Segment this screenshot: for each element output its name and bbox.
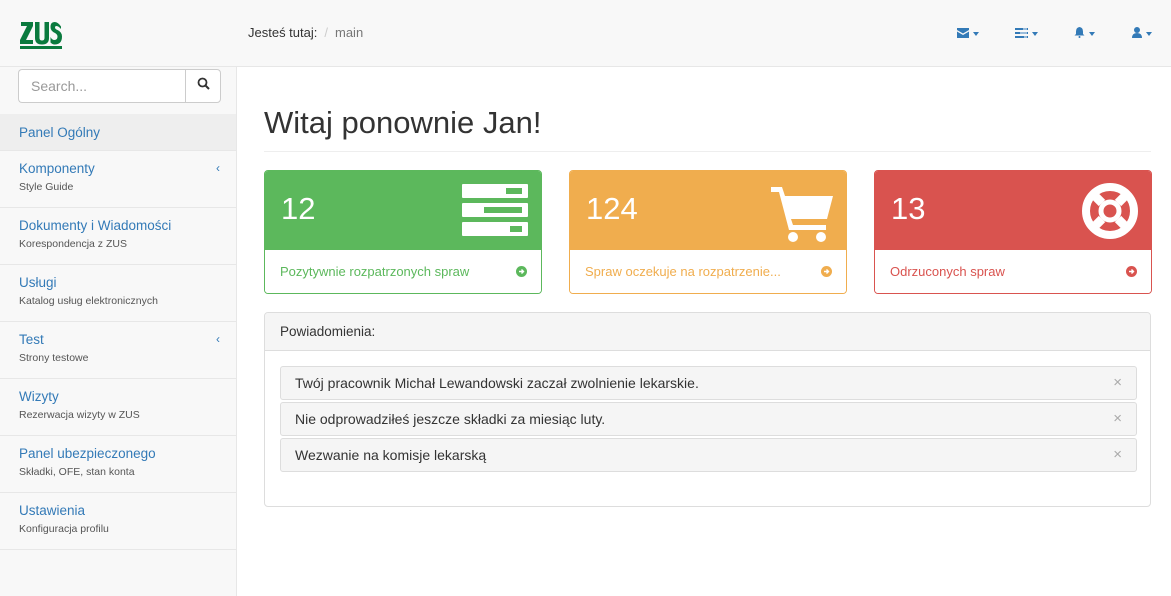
- sidebar-item-subtitle: Składki, OFE, stan konta: [19, 466, 135, 478]
- shopping-cart-icon: [771, 185, 833, 248]
- search-icon: [197, 77, 210, 95]
- chevron-left-icon: ‹: [216, 161, 220, 175]
- stat-card-pending: 124 Spraw oczekuje na rozpatrzenie...: [569, 170, 847, 294]
- sidebar-item-test[interactable]: Test Strony testowe ‹: [0, 322, 236, 379]
- close-icon[interactable]: ×: [1113, 367, 1122, 399]
- top-icons: [939, 0, 1171, 67]
- page-title: Witaj ponownie Jan!: [264, 105, 542, 140]
- stat-card-footer-link[interactable]: Odrzuconych spraw: [875, 250, 1151, 293]
- stat-card-header: 12: [265, 171, 541, 250]
- sidebar-item-subtitle: Katalog usług elektronicznych: [19, 295, 158, 307]
- close-icon[interactable]: ×: [1113, 403, 1122, 435]
- arrow-circle-right-icon: [821, 266, 832, 277]
- user-dropdown[interactable]: [1113, 0, 1171, 67]
- stat-value: 12: [281, 191, 316, 226]
- zus-logo[interactable]: [19, 18, 63, 50]
- chevron-down-icon: [1088, 31, 1095, 36]
- search-input[interactable]: [18, 69, 185, 103]
- arrow-circle-right-icon: [1126, 266, 1137, 277]
- chevron-down-icon: [1031, 31, 1038, 36]
- notification-text: Twój pracownik Michał Lewandowski zaczał…: [295, 375, 699, 391]
- breadcrumb-current[interactable]: main: [335, 25, 363, 40]
- stat-card-header: 124: [570, 171, 846, 250]
- stat-card-footer-link[interactable]: Pozytywnie rozpatrzonych spraw: [265, 250, 541, 293]
- arrow-circle-right-icon: [516, 266, 527, 277]
- sidebar-item-label: Panel ubezpieczonego: [19, 446, 156, 461]
- notifications-heading: Powiadomienia:: [265, 313, 1150, 351]
- sidebar-item-subtitle: Korespondencja z ZUS: [19, 238, 127, 250]
- stat-card-header: 13: [875, 171, 1151, 250]
- sidebar-item-label: Test: [19, 332, 44, 347]
- sidebar-item-subtitle: Rezerwacja wizyty w ZUS: [19, 409, 140, 421]
- sidebar-item-subtitle: Konfiguracja profilu: [19, 523, 109, 535]
- sidebar-item-label: Komponenty: [19, 161, 95, 176]
- sidebar-item-uslugi[interactable]: Usługi Katalog usług elektronicznych: [0, 265, 236, 322]
- notifications-list: Twój pracownik Michał Lewandowski zaczał…: [280, 366, 1137, 474]
- title-divider: [264, 151, 1151, 152]
- sidebar-item-subtitle: Strony testowe: [19, 352, 89, 364]
- chevron-down-icon: [1146, 31, 1152, 36]
- search-group: [18, 69, 221, 103]
- messages-dropdown[interactable]: [939, 0, 997, 67]
- sidebar-item-label: Usługi: [19, 275, 57, 290]
- sidebar-item-label: Ustawienia: [19, 503, 86, 518]
- notification-item: Wezwanie na komisje lekarską ×: [280, 438, 1137, 472]
- sidebar-nav: Panel Ogólny Komponenty Style Guide ‹ Do…: [0, 114, 236, 550]
- breadcrumb: Jesteś tutaj: / main: [248, 25, 363, 40]
- life-ring-icon: [1082, 183, 1138, 244]
- tasks-icon: [462, 183, 528, 242]
- stat-label: Spraw oczekuje na rozpatrzenie...: [585, 264, 781, 279]
- envelope-icon: [957, 27, 969, 41]
- sidebar-item-komponenty[interactable]: Komponenty Style Guide ‹: [0, 151, 236, 208]
- breadcrumb-separator: /: [324, 25, 328, 40]
- user-icon: [1132, 26, 1142, 41]
- sidebar-item-dokumenty[interactable]: Dokumenty i Wiadomości Korespondencja z …: [0, 208, 236, 265]
- notifications-panel: Powiadomienia: Twój pracownik Michał Lew…: [264, 312, 1151, 507]
- stat-value: 13: [891, 191, 926, 226]
- sidebar-item-panel-ogolny[interactable]: Panel Ogólny: [0, 114, 236, 151]
- sidebar-item-label: Wizyty: [19, 389, 59, 404]
- top-navbar: Jesteś tutaj: / main: [0, 0, 1171, 67]
- sidebar-item-panel-ubezpieczonego[interactable]: Panel ubezpieczonego Składki, OFE, stan …: [0, 436, 236, 493]
- notification-text: Wezwanie na komisje lekarską: [295, 447, 487, 463]
- tasks-dropdown[interactable]: [997, 0, 1055, 67]
- sidebar-item-wizyty[interactable]: Wizyty Rezerwacja wizyty w ZUS: [0, 379, 236, 436]
- tasks-icon: [1014, 27, 1028, 41]
- sidebar: Panel Ogólny Komponenty Style Guide ‹ Do…: [0, 67, 237, 596]
- sidebar-item-label: Panel Ogólny: [19, 125, 101, 140]
- main-content: Witaj ponownie Jan! 12 Pozytywnie rozpat…: [238, 67, 1171, 596]
- notification-item: Nie odprowadziłeś jeszcze składki za mie…: [280, 402, 1137, 436]
- notification-text: Nie odprowadziłeś jeszcze składki za mie…: [295, 411, 606, 427]
- sidebar-item-subtitle: Style Guide: [19, 181, 74, 193]
- sidebar-item-ustawienia[interactable]: Ustawienia Konfiguracja profilu: [0, 493, 236, 550]
- alerts-dropdown[interactable]: [1055, 0, 1113, 67]
- chevron-left-icon: ‹: [216, 332, 220, 346]
- stat-card-rejected: 13 Odrzuconych spraw: [874, 170, 1152, 294]
- search-button[interactable]: [185, 69, 221, 103]
- sidebar-item-label: Dokumenty i Wiadomości: [19, 218, 172, 233]
- close-icon[interactable]: ×: [1113, 439, 1122, 471]
- stat-value: 124: [586, 191, 638, 226]
- chevron-down-icon: [973, 31, 979, 36]
- stat-card-footer-link[interactable]: Spraw oczekuje na rozpatrzenie...: [570, 250, 846, 293]
- stat-card-positive: 12 Pozytywnie rozpatrzonych spraw: [264, 170, 542, 294]
- stat-label: Pozytywnie rozpatrzonych spraw: [280, 264, 470, 279]
- stat-label: Odrzuconych spraw: [890, 264, 1005, 279]
- bell-icon: [1074, 26, 1085, 41]
- notification-item: Twój pracownik Michał Lewandowski zaczał…: [280, 366, 1137, 400]
- breadcrumb-label: Jesteś tutaj:: [248, 25, 318, 40]
